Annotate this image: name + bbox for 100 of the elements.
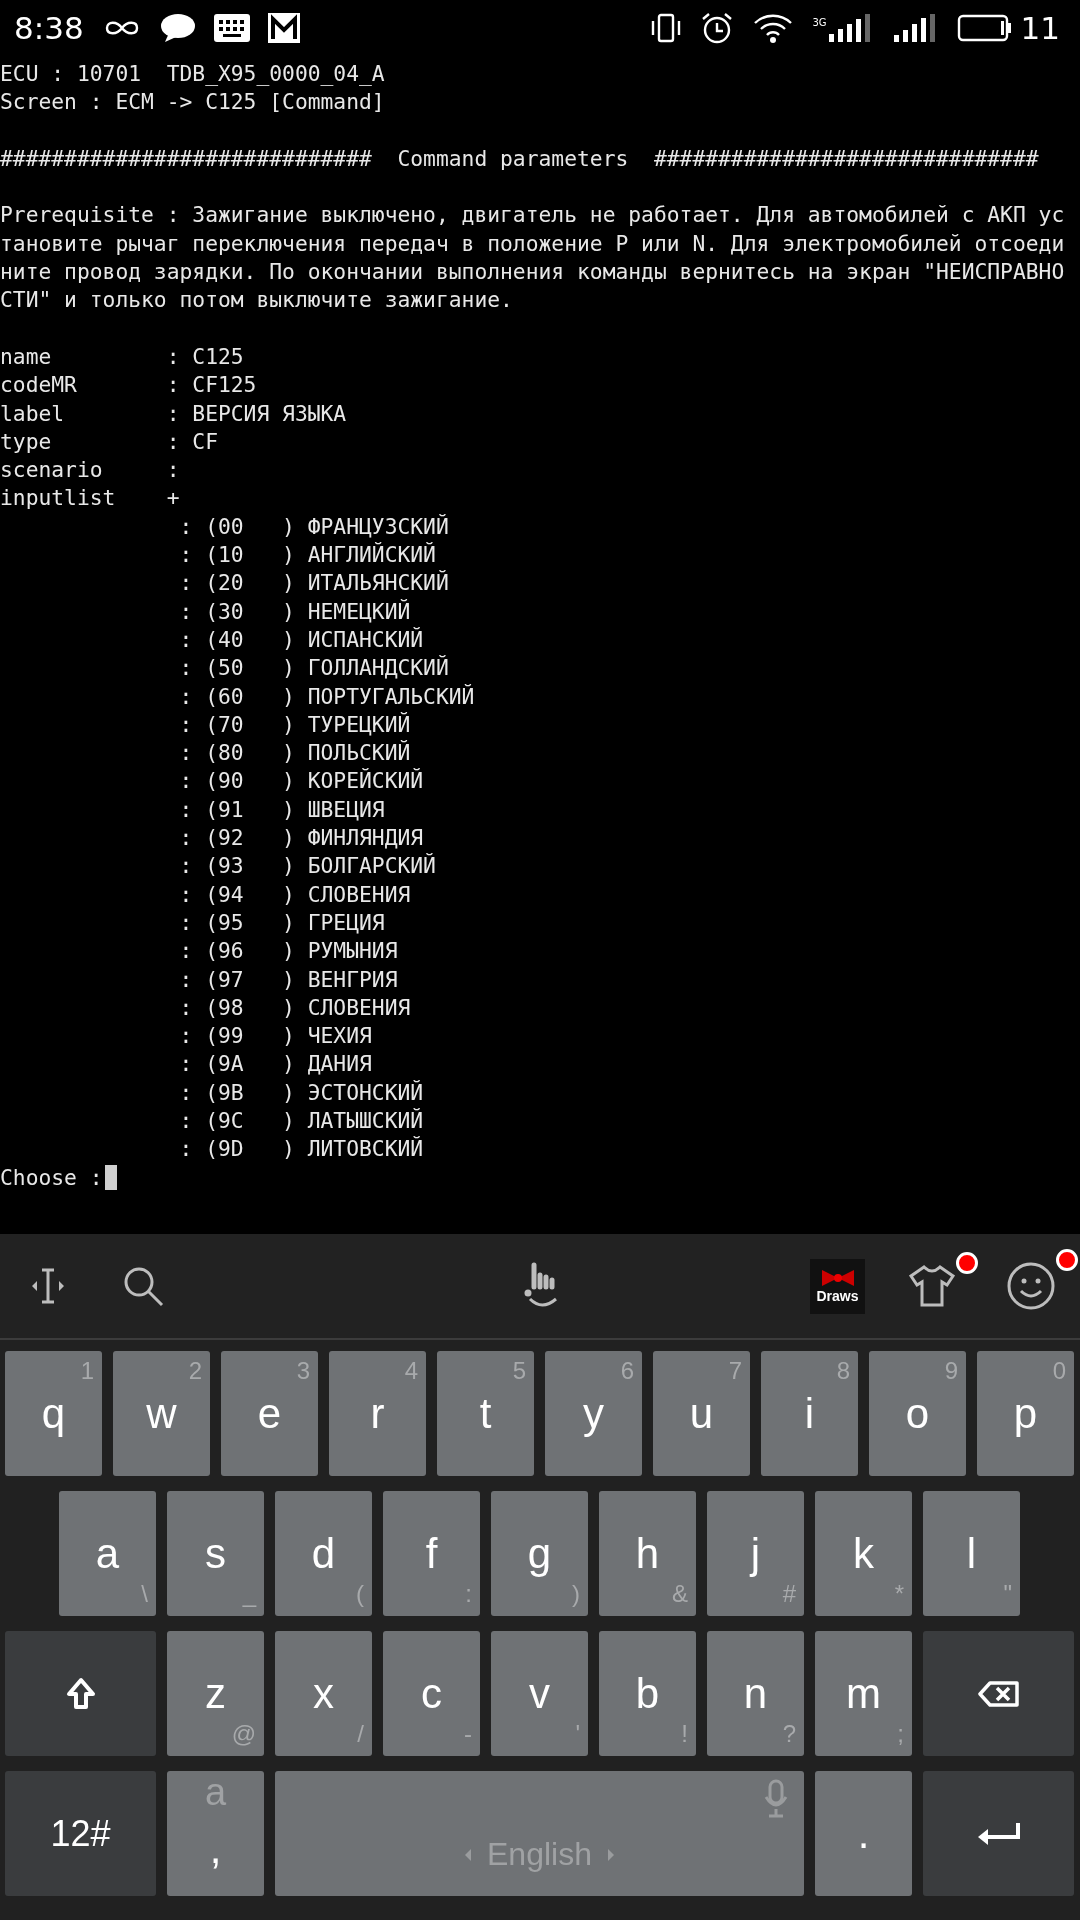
chat-bubble-icon: [159, 12, 196, 44]
text-cursor: [104, 1165, 117, 1191]
key-hint: 0: [1052, 1359, 1066, 1383]
input-option: : (95 ) ГРЕЦИЯ: [0, 908, 385, 938]
letter-key[interactable]: @ z: [167, 1631, 264, 1756]
letter-key[interactable]: 8 i: [761, 1351, 858, 1476]
key-hint: ': [575, 1722, 580, 1746]
symbols-key[interactable]: 12#: [5, 1771, 156, 1896]
key-hint: -: [464, 1722, 472, 1746]
key-hint: 6: [620, 1359, 634, 1383]
letter-key[interactable]: ! b: [599, 1631, 696, 1756]
clock-time: 8:38: [14, 10, 84, 46]
key-hint: /: [357, 1722, 364, 1746]
key-letter: e: [257, 1392, 282, 1435]
input-option: : (93 ) БОЛГАРСКИЙ: [0, 852, 436, 881]
prerequisite-text: СТИ" и только потом выключите зажигание.: [0, 286, 513, 315]
input-option: : (90 ) КОРЕЙСКИЙ: [0, 767, 424, 796]
letter-key[interactable]: 0 p: [977, 1351, 1074, 1476]
input-option: : (30 ) НЕМЕЦКИЙ: [0, 597, 411, 626]
vibrate-icon: [650, 13, 683, 43]
param-key: inputlist: [0, 484, 167, 513]
letter-key[interactable]: 2 w: [113, 1351, 210, 1476]
sticker-pack-icon[interactable]: Draws: [810, 1258, 865, 1314]
letter-key[interactable]: ? n: [707, 1631, 804, 1756]
key-hint: (: [356, 1582, 364, 1606]
letter-key[interactable]: ) g: [491, 1491, 588, 1616]
battery-icon: [956, 14, 1013, 42]
network-type-label: 3G: [812, 18, 827, 28]
key-letter: i: [804, 1392, 815, 1435]
param-key: type: [0, 427, 167, 457]
param-key: name: [0, 342, 167, 372]
key-hint: !: [681, 1722, 688, 1746]
key-hint: \: [141, 1582, 148, 1606]
right-arrow-icon: [605, 1846, 616, 1863]
letter-key[interactable]: " l: [923, 1491, 1020, 1616]
letter-key[interactable]: _ s: [167, 1491, 264, 1616]
key-letter: s: [205, 1532, 226, 1575]
key-letter: a: [95, 1532, 120, 1575]
key-hint: ?: [782, 1722, 796, 1746]
key-hint: 9: [944, 1359, 958, 1383]
key-letter: v: [529, 1672, 550, 1715]
key-letter: n: [743, 1672, 768, 1715]
letter-key[interactable]: : f: [383, 1491, 480, 1616]
battery-percent: 11: [1020, 10, 1060, 46]
key-letter: o: [905, 1392, 930, 1435]
input-option: : (92 ) ФИНЛЯНДИЯ: [0, 824, 424, 853]
backspace-key[interactable]: [923, 1631, 1074, 1756]
period-key[interactable]: .: [815, 1771, 912, 1896]
keyboard-icon: [213, 14, 250, 42]
letter-key[interactable]: * k: [815, 1491, 912, 1616]
param-value: : ВЕРСИЯ ЯЗЫКА: [166, 399, 347, 428]
letter-key[interactable]: & h: [599, 1491, 696, 1616]
letter-key[interactable]: 6 y: [545, 1351, 642, 1476]
key-hint: 3: [296, 1359, 310, 1383]
letter-key[interactable]: # j: [707, 1491, 804, 1616]
smiley-icon[interactable]: [1006, 1261, 1056, 1311]
letter-key[interactable]: 5 t: [437, 1351, 534, 1476]
key-hint: #: [782, 1582, 796, 1606]
input-option: : (60 ) ПОРТУГАЛЬСКИЙ: [0, 682, 475, 711]
key-letter: b: [635, 1672, 660, 1715]
letter-key[interactable]: ' v: [491, 1631, 588, 1756]
input-option: : (20 ) ИТАЛЬЯНСКИЙ: [0, 569, 449, 598]
mail-icon: [267, 13, 300, 43]
key-letter: ,: [209, 1827, 222, 1870]
key-letter: d: [311, 1532, 336, 1575]
key-hint: @: [231, 1722, 256, 1746]
key-hint: 2: [188, 1359, 202, 1383]
key-letter: c: [421, 1672, 442, 1715]
letter-key[interactable]: / x: [275, 1631, 372, 1756]
input-option: : (97 ) ВЕНГРИЯ: [0, 965, 398, 994]
key-hint: :: [465, 1582, 472, 1606]
prerequisite-text: Prerequisite : Зажигание выключено, двигатель не работает. Для автомобилей с АКП ус: [0, 201, 1065, 230]
key-letter: m: [846, 1672, 881, 1715]
letter-key[interactable]: 4 r: [329, 1351, 426, 1476]
letter-key[interactable]: ( d: [275, 1491, 372, 1616]
sticker-label: Draws: [816, 1288, 859, 1304]
text-cursor-icon[interactable]: [30, 1266, 66, 1306]
letter-key[interactable]: \ a: [59, 1491, 156, 1616]
key-letter: t: [479, 1392, 492, 1435]
letter-key[interactable]: - c: [383, 1631, 480, 1756]
shift-arrow-icon: [65, 1676, 96, 1711]
letter-key[interactable]: 3 e: [221, 1351, 318, 1476]
key-hint: 4: [404, 1359, 418, 1383]
header-line: ECU : 10701 TDB_X95_0000_04_A: [0, 60, 385, 88]
param-value: : C125: [166, 342, 244, 371]
param-value: : CF: [166, 427, 218, 456]
letter-key[interactable]: 7 u: [653, 1351, 750, 1476]
letter-key[interactable]: 1 q: [5, 1351, 102, 1476]
param-key: codeMR: [0, 371, 167, 400]
prerequisite-text: ните провод зарядки. По окончании выполнения команды вернитесь на экран "НЕИСПРАВНО: [0, 258, 1065, 287]
shirt-icon[interactable]: [908, 1264, 956, 1308]
key-hint: &: [672, 1582, 688, 1606]
key-letter: l: [966, 1532, 977, 1575]
param-value: +: [166, 484, 180, 513]
letter-key[interactable]: ; m: [815, 1631, 912, 1756]
letter-key[interactable]: 9 o: [869, 1351, 966, 1476]
param-key: scenario: [0, 456, 167, 485]
key-letter: .: [857, 1812, 870, 1855]
key-letter: z: [205, 1672, 226, 1715]
key-letter: w: [146, 1392, 177, 1435]
